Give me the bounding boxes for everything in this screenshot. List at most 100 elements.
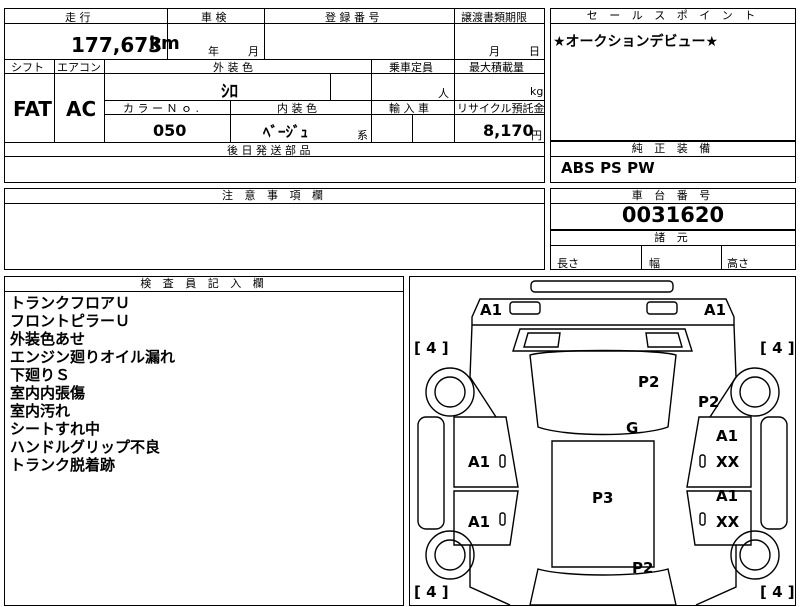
mark-p3: P3 [592,489,614,507]
sales-point-box: セ ー ル ス ポ イ ン ト ★オークションデビュー★ [550,8,796,141]
inspector-note: ハンドルグリップ不良 [10,438,161,456]
shaken-month-unit: 月 [248,45,259,58]
later-parts-label: 後 日 発 送 部 品 [227,144,311,157]
recycle-value: 8,170 [483,121,534,140]
spec-table: 走 行 車 検 登 録 番 号 譲渡書類期限 177,673 km 年 月 月 … [4,8,545,183]
interior-color-suffix: 系 [357,129,368,142]
tire-rear-left-value: 4 [426,583,437,601]
inspector-label: 検 査 員 記 入 欄 [5,277,403,292]
registration-label: 登 録 番 号 [325,11,380,24]
tire-rear-left-shape [425,530,475,580]
max-load-unit: kg [530,85,544,98]
tire-front-left-shape [425,367,475,417]
left-sill-shape [417,416,445,530]
exterior-color-label: 外 装 色 [213,61,253,74]
mark-xx-right-front: XX [716,453,740,471]
inspector-box: 検 査 員 記 入 欄 トランクフロアＵ フロントピラーＵ 外装色あせ エンジン廻りオ… [4,276,404,606]
hood-shape [512,328,693,352]
standard-equipment-label: 純 正 装 備 [551,142,795,157]
standard-equipment-box: 純 正 装 備 ABS PS PW [550,141,796,183]
dimensions-box: 諸 元 長さ 幅 高さ [550,230,796,270]
mark-a1-top-right: A1 [704,301,727,319]
mark-a1-right-front: A1 [716,427,739,445]
divider [264,9,265,59]
tire-rear-right-shape [730,530,780,580]
color-no-value: 050 [153,121,187,140]
sales-point-label: セ ー ル ス ポ イ ン ト [551,9,795,24]
divider [54,59,55,142]
interior-color-label: 内 装 色 [277,102,317,115]
transfer-docs-label: 譲渡書類期限 [461,11,527,24]
divider [330,73,331,100]
divider [721,245,722,269]
shift-value: FAT [13,97,52,121]
chassis-box: 車 台 番 号 0031620 [550,188,796,230]
mark-a1-right-rear: A1 [716,487,739,505]
door-handle-shape [699,454,706,468]
left-front-door-shape [453,416,519,488]
capacity-unit: 人 [438,87,449,100]
length-label: 長さ [557,257,579,270]
mark-a1-left-front: A1 [468,453,491,471]
aircon-value: AC [66,97,97,121]
headlight-right-shape [646,301,678,315]
mark-p2-top: P2 [638,373,660,391]
divider [454,9,455,142]
hood-vent-right-shape [645,332,683,348]
tire-rear-right: [ 4 ] [760,583,795,601]
mark-xx-right-rear: XX [716,513,740,531]
tire-rear-left: [ 4 ] [414,583,449,601]
inspector-note: 外装色あせ [10,330,86,348]
mark-p2-right: P2 [698,393,720,411]
inspector-note: トランクフロアＵ [10,294,131,312]
standard-equipment-value: ABS PS PW [561,159,655,177]
tire-front-right-shape [730,367,780,417]
left-rear-fender-shape [469,545,511,606]
shaken-year-unit: 年 [208,45,219,58]
wheel-rear-left-shape [434,539,466,571]
shaken-label: 車 検 [201,11,227,24]
interior-color-value: ﾍﾞｰｼﾞｭ [263,123,309,141]
recycle-label: リサイクル預託金 [457,102,545,115]
hood-vent-left-shape [523,332,561,348]
wheel-front-left-shape [434,376,466,408]
inspector-notes-list: トランクフロアＵ フロントピラーＵ 外装色あせ エンジン廻りオイル漏れ 下廻りＳ 室内内張… [10,294,175,474]
wheel-rear-right-shape [739,539,771,571]
capacity-label: 乗車定員 [389,61,433,74]
door-handle-shape [499,512,506,526]
mileage-label: 走 行 [65,11,91,24]
aircon-label: エアコン [57,61,101,74]
inspector-note: フロントピラーＵ [10,312,131,330]
color-no-label: カ ラ ー Ｎ ｏ . [123,102,199,115]
chassis-label: 車 台 番 号 [551,189,795,204]
front-bumper-shape [530,280,674,293]
inspector-note: 室内汚れ [10,402,71,420]
wheel-front-right-shape [739,376,771,408]
headlight-left-shape [509,301,541,315]
exterior-color-value: ｼﾛ [221,82,238,102]
car-diagram: A1 A1 P2 P2 G A1 A1 XX P3 A1 A1 XX P2 [ … [409,276,796,606]
caution-box: 注 意 事 項 欄 [4,188,545,270]
right-rear-fender-shape [695,545,737,606]
mark-a1-top-left: A1 [480,301,503,319]
inspector-note: トランク脱着跡 [10,456,116,474]
door-handle-shape [699,512,706,526]
tire-front-right-value: 4 [772,339,783,357]
mileage-unit: km [149,33,180,54]
inspector-note: シートすれ中 [10,420,101,438]
shift-label: シフト [11,61,44,74]
divider [412,114,413,142]
door-handle-shape [499,454,506,468]
divider [641,245,642,269]
max-load-label: 最大積載量 [469,61,524,74]
height-label: 高さ [727,257,749,270]
windshield-shape [529,349,677,436]
import-car-label: 輸 入 車 [389,102,429,115]
width-label: 幅 [649,257,660,270]
tire-front-left-value: 4 [426,339,437,357]
tire-front-right: [ 4 ] [760,339,795,357]
mark-a1-left-rear: A1 [468,513,491,531]
recycle-unit: 円 [531,129,542,142]
tire-front-left: [ 4 ] [414,339,449,357]
caution-label: 注 意 事 項 欄 [5,189,544,204]
